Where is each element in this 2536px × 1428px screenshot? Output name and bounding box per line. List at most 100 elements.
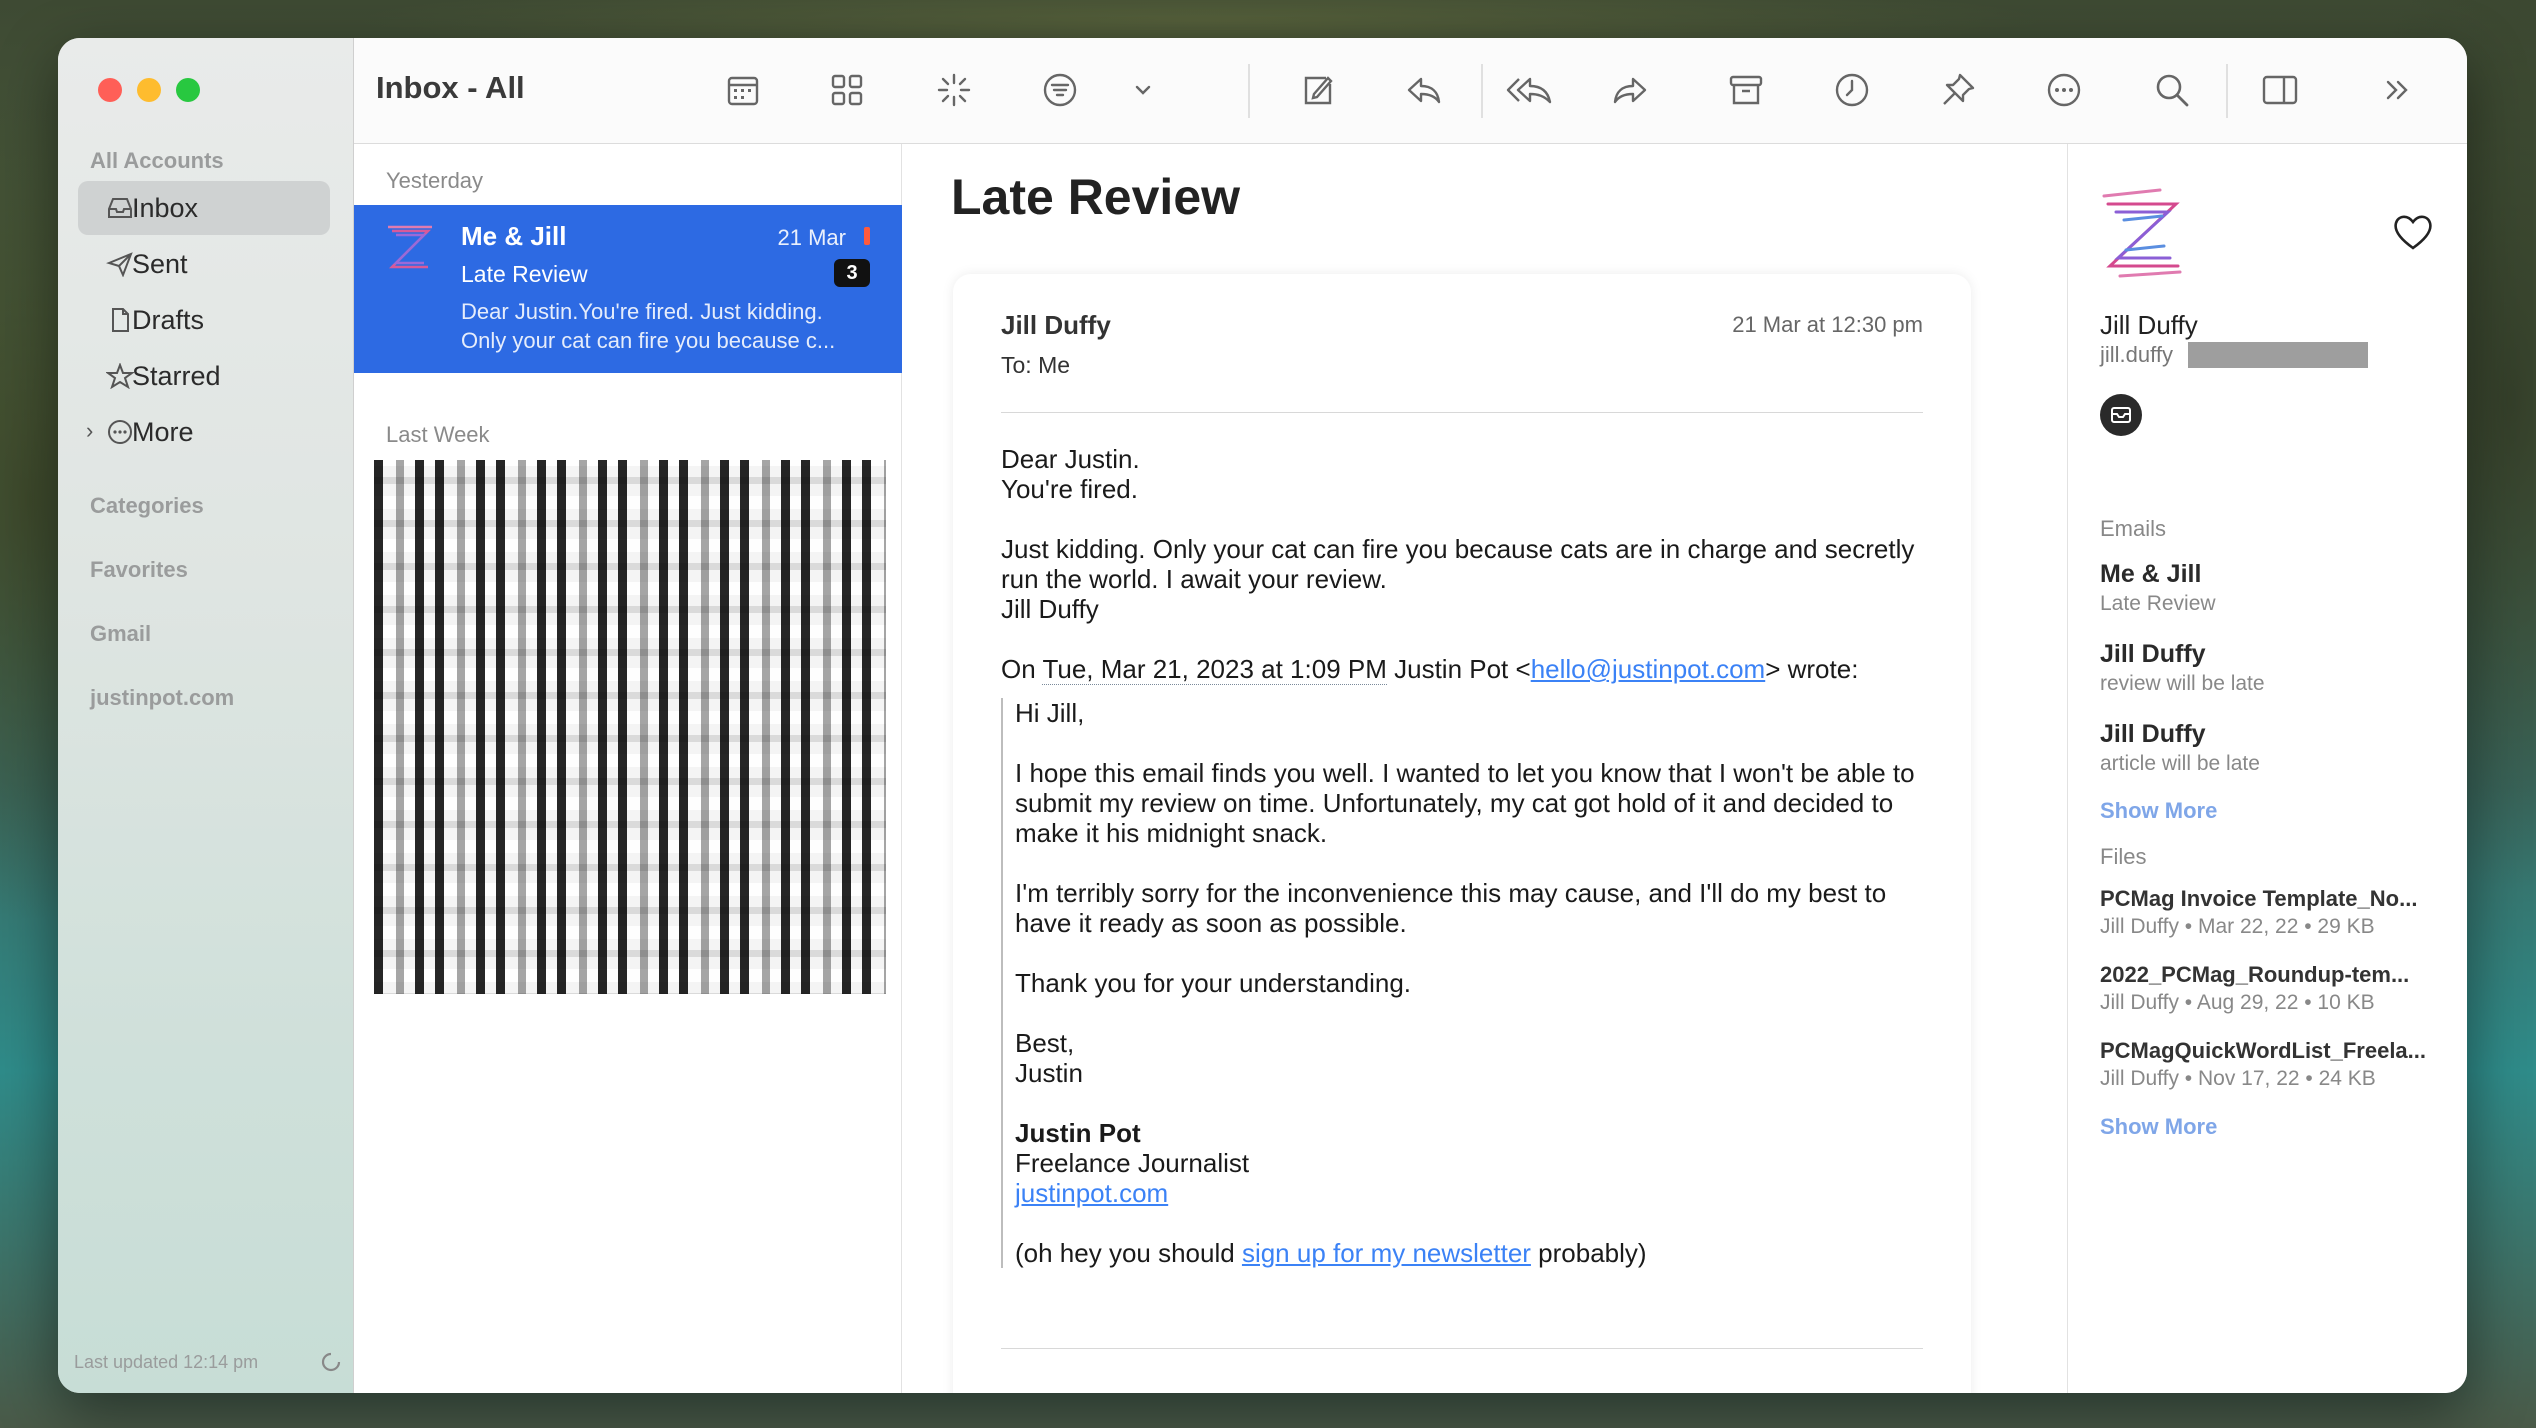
- sidebar-item-inbox[interactable]: Inbox: [78, 181, 330, 235]
- related-email-title[interactable]: Jill Duffy: [2100, 720, 2206, 749]
- filter-icon[interactable]: [1040, 70, 1080, 110]
- related-email-title[interactable]: Jill Duffy: [2100, 640, 2206, 669]
- more-icon[interactable]: [2044, 70, 2084, 110]
- body-line: Just kidding. Only your cat can fire you…: [1001, 534, 1915, 594]
- sidebar-group-categories[interactable]: Categories: [90, 493, 204, 519]
- inbox-icon: [108, 198, 132, 218]
- file-name[interactable]: 2022_PCMag_Roundup-tem...: [2100, 962, 2440, 988]
- message-date: 21 Mar: [777, 225, 846, 250]
- sidebar-item-sent[interactable]: Sent: [78, 237, 330, 291]
- toolbar-separator: [2226, 64, 2228, 118]
- sidebar-item-label: Starred: [132, 360, 221, 391]
- ps-text: probably): [1530, 1238, 1647, 1268]
- message-list: Yesterday Me & Jill 21 Mar Late Review 3…: [354, 144, 902, 1393]
- file-name[interactable]: PCMagQuickWordList_Freela...: [2100, 1038, 2440, 1064]
- sidebar-footer: Last updated 12:14 pm: [74, 1349, 344, 1375]
- related-email-subject: review will be late: [2100, 672, 2265, 695]
- grid-icon[interactable]: [827, 70, 867, 110]
- footer-divider: [1001, 1348, 1923, 1349]
- sidebar-item-label: Inbox: [132, 192, 199, 223]
- quote-intro: On: [1001, 654, 1043, 684]
- emails-label: Emails: [2100, 516, 2167, 541]
- quote-line: I'm terribly sorry for the inconvenience…: [1015, 878, 1887, 938]
- document-icon: [112, 308, 129, 332]
- message-sender[interactable]: Jill Duffy: [1001, 310, 1111, 341]
- quote-line: Hi Jill,: [1015, 698, 1085, 728]
- double-chevron-icon[interactable]: [2382, 70, 2416, 110]
- message-title: Late Review: [951, 169, 1241, 225]
- quote-line: Justin: [1015, 1058, 1083, 1088]
- quote-line: I hope this email finds you well. I want…: [1015, 758, 1915, 848]
- reply-icon[interactable]: [1404, 70, 1444, 110]
- sidebar-group-gmail[interactable]: Gmail: [90, 621, 151, 647]
- quote-date-link[interactable]: Tue, Mar 21, 2023 at 1:09 PM: [1042, 654, 1387, 685]
- forward-icon[interactable]: [1610, 70, 1650, 110]
- sidebar-item-label: More: [132, 416, 194, 447]
- thread-count-badge: 3: [834, 259, 870, 287]
- sidebar-item-label: Drafts: [132, 304, 205, 335]
- list-header-yesterday: Yesterday: [386, 168, 484, 193]
- pin-icon[interactable]: [1938, 70, 1978, 110]
- sidebar-item-more[interactable]: › More: [78, 405, 330, 459]
- toolbar-separator: [1248, 64, 1250, 118]
- heart-icon[interactable]: [2391, 212, 2435, 252]
- message-from: Me & Jill: [461, 221, 567, 251]
- redacted-message-list: [374, 460, 886, 994]
- contact-info-panel: Jill Duffy jill.duffy Emails Me & Jill L…: [2067, 144, 2467, 1393]
- list-header-lastweek: Last Week: [386, 422, 490, 447]
- newsletter-link[interactable]: sign up for my newsletter: [1242, 1238, 1531, 1268]
- show-more-emails-button[interactable]: Show More: [2100, 798, 2217, 824]
- search-icon[interactable]: [2152, 70, 2192, 110]
- sidebar-group-favorites[interactable]: Favorites: [90, 557, 188, 583]
- file-meta: Jill Duffy • Mar 22, 22 • 29 KB: [2100, 915, 2375, 938]
- contact-logo: [2102, 188, 2182, 278]
- refresh-icon[interactable]: [318, 1349, 344, 1375]
- quote-line: Thank you for your understanding.: [1015, 968, 1412, 998]
- file-name[interactable]: PCMag Invoice Template_No...: [2100, 886, 2440, 912]
- contact-email: jill.duffy: [2100, 342, 2173, 367]
- sidebar-icon[interactable]: [2260, 70, 2300, 110]
- reply-all-icon[interactable]: [1506, 70, 1554, 110]
- paper-plane-icon: [106, 252, 133, 277]
- archive-icon[interactable]: [1726, 70, 1766, 110]
- redaction-bar: [2188, 342, 2368, 368]
- related-email-title[interactable]: Me & Jill: [2100, 560, 2201, 589]
- clock-icon[interactable]: [1832, 70, 1872, 110]
- chevron-down-icon[interactable]: [1128, 70, 1158, 110]
- flag-icon: [864, 227, 870, 245]
- sidebar: All Accounts Inbox Sent Drafts Starred ›…: [58, 38, 354, 1393]
- show-more-files-button[interactable]: Show More: [2100, 1114, 2217, 1140]
- message-sent-date: 21 Mar at 12:30 pm: [1732, 312, 1923, 337]
- zoom-window-button[interactable]: [176, 78, 200, 102]
- email-contact-button[interactable]: [2100, 394, 2142, 436]
- signature-link[interactable]: justinpot.com: [1015, 1178, 1168, 1208]
- message-preview: Dear Justin.You're fired. Just kidding. …: [461, 299, 836, 353]
- related-email-subject: article will be late: [2100, 752, 2260, 775]
- sidebar-group-justinpot[interactable]: justinpot.com: [90, 685, 234, 711]
- sparkle-icon[interactable]: [934, 70, 974, 110]
- chevron-right-icon[interactable]: ›: [86, 418, 93, 444]
- sidebar-item-starred[interactable]: Starred: [78, 349, 330, 403]
- avatar: [388, 225, 432, 269]
- minimize-window-button[interactable]: [137, 78, 161, 102]
- calendar-icon[interactable]: [723, 70, 763, 110]
- reading-pane: Late Review Jill Duffy 21 Mar at 12:30 p…: [903, 144, 2123, 1393]
- mailbox-title: Inbox - All: [376, 70, 525, 105]
- window-controls: [98, 78, 200, 102]
- message-subject: Late Review: [461, 261, 588, 287]
- message-row-selected[interactable]: Me & Jill 21 Mar Late Review 3 Dear Just…: [354, 205, 902, 373]
- close-window-button[interactable]: [98, 78, 122, 102]
- header-divider: [1001, 412, 1923, 413]
- email-link[interactable]: hello@justinpot.com: [1531, 654, 1766, 684]
- star-icon: [106, 363, 134, 389]
- body-line: Dear Justin.: [1001, 444, 1140, 474]
- sidebar-item-label: Sent: [132, 248, 188, 279]
- message-recipients: To: Me: [1001, 352, 1071, 378]
- compose-icon[interactable]: [1298, 70, 1338, 110]
- files-label: Files: [2100, 844, 2147, 869]
- file-meta: Jill Duffy • Aug 29, 22 • 10 KB: [2100, 991, 2375, 1014]
- body-line: Jill Duffy: [1001, 594, 1099, 624]
- file-meta: Jill Duffy • Nov 17, 22 • 24 KB: [2100, 1067, 2376, 1090]
- quoted-message: Hi Jill, I hope this email finds you wel…: [1001, 698, 1941, 1268]
- sidebar-item-drafts[interactable]: Drafts: [78, 293, 330, 347]
